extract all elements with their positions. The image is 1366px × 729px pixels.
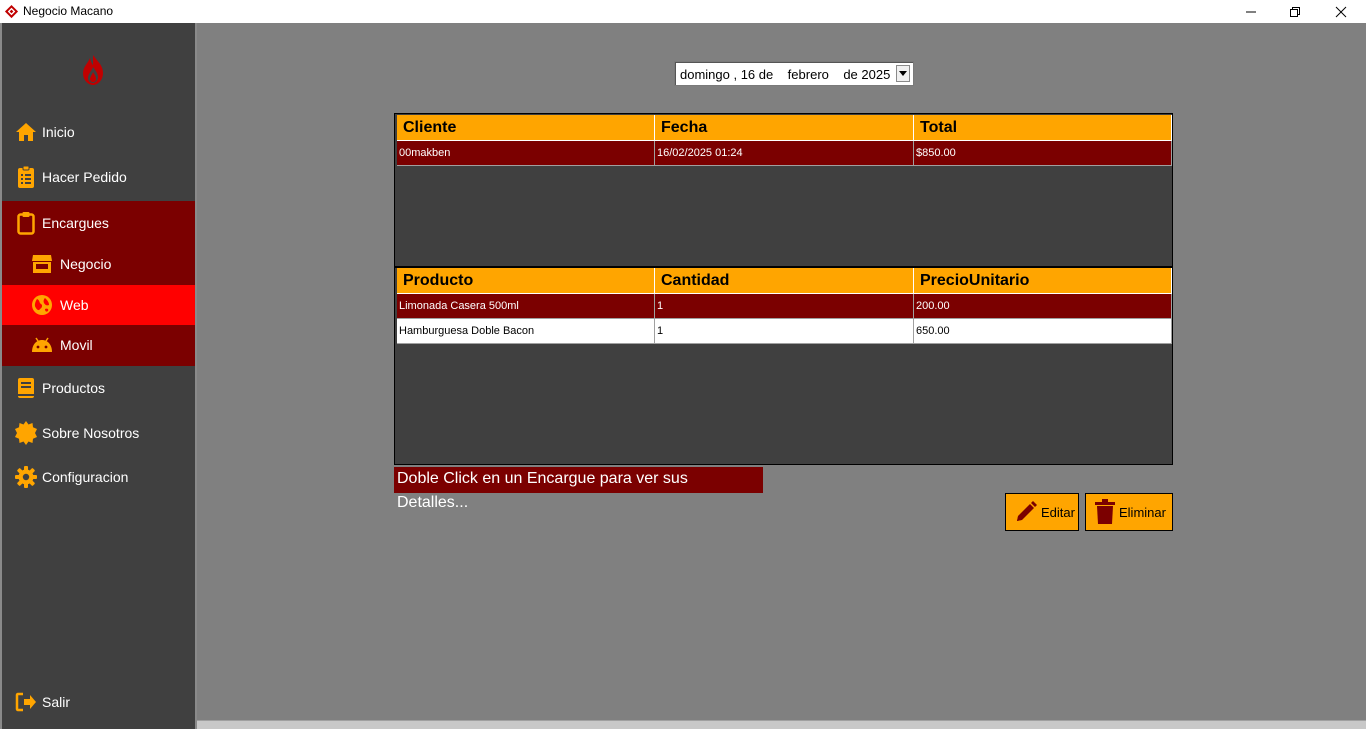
sidebar-item-encargues[interactable]: Encargues <box>2 201 195 245</box>
sidebar-item-label: Movil <box>60 337 93 353</box>
table-cell: 200.00 <box>914 294 1172 319</box>
details-table: Producto Cantidad PrecioUnitario Limonad… <box>397 268 1172 344</box>
sidebar-item-label: Encargues <box>42 215 109 231</box>
sidebar-item-label: Hacer Pedido <box>42 169 127 185</box>
sidebar-item-productos[interactable]: Productos <box>2 366 195 410</box>
android-icon <box>30 333 54 357</box>
sidebar-item-configuracion[interactable]: Configuracion <box>2 455 195 499</box>
sidebar-item-label: Productos <box>42 380 106 396</box>
delete-button[interactable]: Eliminar <box>1085 493 1173 531</box>
close-icon <box>1335 6 1347 17</box>
close-button[interactable] <box>1318 0 1364 23</box>
table-cell: 650.00 <box>914 319 1172 344</box>
table-cell: 1 <box>655 319 914 344</box>
edit-button-label: Editar <box>1041 504 1075 520</box>
minimize-button[interactable] <box>1228 0 1274 23</box>
column-header-fecha[interactable]: Fecha <box>655 115 914 141</box>
column-header-cantidad[interactable]: Cantidad <box>655 268 914 294</box>
date-picker-value: domingo , 16 de febrero de 2025 <box>680 67 891 82</box>
delete-button-label: Eliminar <box>1119 504 1166 520</box>
home-icon <box>14 120 38 144</box>
column-header-total[interactable]: Total <box>914 115 1172 141</box>
clipboard-list-icon <box>14 165 38 189</box>
title-bar: Negocio Macano <box>0 0 1366 23</box>
orders-table-header: Cliente Fecha Total <box>397 115 1172 141</box>
badge-icon <box>14 421 38 445</box>
sidebar-item-label: Salir <box>42 694 71 710</box>
gear-icon <box>14 465 38 489</box>
sidebar-item-label: Inicio <box>42 124 75 140</box>
column-header-cliente[interactable]: Cliente <box>397 115 655 141</box>
table-cell: Limonada Casera 500ml <box>397 294 655 319</box>
orders-table: Cliente Fecha Total 00makben 16/02/2025 … <box>397 115 1172 166</box>
sidebar-item-negocio[interactable]: Negocio <box>2 243 195 285</box>
table-cell: 16/02/2025 01:24 <box>655 141 914 166</box>
minimize-icon <box>1246 11 1256 12</box>
sidebar-item-web[interactable]: Web <box>2 285 195 325</box>
table-cell: 1 <box>655 294 914 319</box>
horizontal-scrollbar[interactable] <box>197 720 1366 729</box>
sidebar-item-label: Sobre Nosotros <box>42 425 140 441</box>
table-row[interactable]: Hamburguesa Doble Bacon 1 650.00 <box>397 319 1172 344</box>
restore-icon <box>1290 6 1300 17</box>
store-icon <box>30 252 54 276</box>
column-header-precio-unitario[interactable]: PrecioUnitario <box>914 268 1172 294</box>
details-hint-label: Doble Click en un Encargue para ver sus … <box>394 467 763 511</box>
window-title: Negocio Macano <box>23 4 114 18</box>
logout-icon <box>14 690 38 714</box>
restore-button[interactable] <box>1272 0 1318 23</box>
details-table-header: Producto Cantidad PrecioUnitario <box>397 268 1172 294</box>
sidebar-item-label: Negocio <box>60 256 112 272</box>
orders-panel: Cliente Fecha Total 00makben 16/02/2025 … <box>394 113 1173 465</box>
edit-button[interactable]: Editar <box>1005 493 1079 531</box>
sidebar-item-movil[interactable]: Movil <box>2 325 195 365</box>
sidebar-item-sobre-nosotros[interactable]: Sobre Nosotros <box>2 411 195 455</box>
chevron-down-icon <box>899 71 907 76</box>
trash-icon <box>1094 499 1116 525</box>
table-cell: 00makben <box>397 141 655 166</box>
pencil-icon <box>1014 500 1038 524</box>
flame-logo-icon <box>83 55 103 85</box>
column-header-producto[interactable]: Producto <box>397 268 655 294</box>
table-row[interactable]: Limonada Casera 500ml 1 200.00 <box>397 294 1172 319</box>
sidebar: Inicio Hacer Pedido Encargues Negocio We… <box>0 23 197 729</box>
clipboard-icon <box>14 211 38 235</box>
book-icon <box>14 376 38 400</box>
globe-icon <box>30 293 54 317</box>
sidebar-item-label: Configuracion <box>42 469 129 485</box>
table-cell: Hamburguesa Doble Bacon <box>397 319 655 344</box>
encargues-group: Encargues Negocio Web Movil <box>2 201 195 366</box>
table-cell: $850.00 <box>914 141 1172 166</box>
sidebar-item-hacer-pedido[interactable]: Hacer Pedido <box>2 155 195 199</box>
app-logo-icon <box>4 4 19 19</box>
date-picker-dropdown-button[interactable] <box>896 65 910 82</box>
sidebar-item-salir[interactable]: Salir <box>2 680 195 724</box>
table-row[interactable]: 00makben 16/02/2025 01:24 $850.00 <box>397 141 1172 166</box>
sidebar-item-inicio[interactable]: Inicio <box>2 110 195 154</box>
date-picker[interactable]: domingo , 16 de febrero de 2025 <box>674 61 914 86</box>
sidebar-item-label: Web <box>60 297 89 313</box>
